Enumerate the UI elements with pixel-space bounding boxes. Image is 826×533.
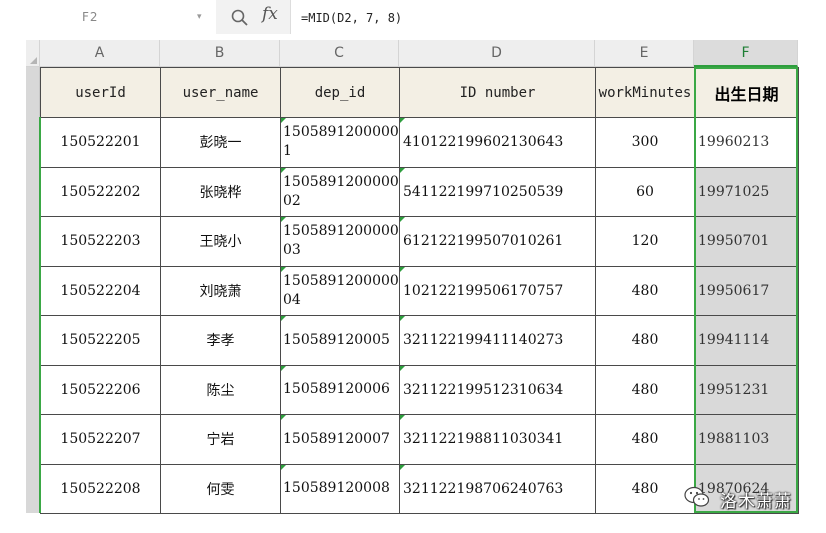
column-header-a[interactable]: A (40, 40, 160, 67)
cell-birth-date[interactable]: 19950701 (694, 216, 799, 267)
column-header-f[interactable]: F (694, 40, 798, 67)
cell-userid[interactable]: 150522202 (40, 166, 161, 217)
cell-userid[interactable]: 150522206 (40, 364, 161, 415)
name-box[interactable]: F2 ▾ (26, 0, 216, 34)
cell-userid[interactable]: 150522208 (40, 463, 161, 514)
cell-id-number[interactable]: 102122199506170757 (399, 265, 596, 316)
column-header-row: A B C D E F (26, 40, 798, 67)
cell-userid[interactable]: 150522203 (40, 216, 161, 267)
column-header-d[interactable]: D (399, 40, 595, 67)
table-row: 150522207 宁岩 150589120007 32112219881103034… (40, 414, 799, 465)
cell-birth-date[interactable]: 19951231 (694, 364, 799, 415)
cell-dep-id[interactable]: 150589120008 (280, 463, 400, 514)
cell-id-number[interactable]: 410122199602130643 (399, 117, 596, 168)
cell-birth-date[interactable]: 19881103 (694, 414, 799, 465)
cell-dep-id[interactable]: 150589120007 (280, 414, 400, 465)
cell-dep-id[interactable]: 1505891200000 03 (280, 216, 400, 267)
cell-birth-date[interactable]: 19960213 (694, 117, 799, 168)
header-cell-userid[interactable]: userId (40, 67, 161, 118)
header-cell-dep-id[interactable]: dep_id (280, 67, 400, 118)
header-row: userId user_name dep_id ID number workMi… (40, 67, 799, 118)
cell-dep-id[interactable]: 1505891200000 1 (280, 117, 400, 168)
cell-user-name[interactable]: 彭晓一 (160, 117, 281, 168)
cell-dep-id[interactable]: 1505891200000 02 (280, 166, 400, 217)
cell-work-minutes[interactable]: 480 (595, 315, 695, 366)
formula-input[interactable]: =MID(D2, 7, 8) (290, 0, 798, 34)
formula-bar: F2 ▾ fx =MID(D2, 7, 8) (26, 0, 798, 34)
row-header-strip[interactable] (26, 67, 40, 513)
header-cell-birth-date[interactable]: 出生日期 (694, 67, 799, 118)
cell-birth-date[interactable]: 19941114 (694, 315, 799, 366)
cell-dep-id[interactable]: 150589120006 (280, 364, 400, 415)
watermark: 洛木萧萧 (684, 478, 804, 514)
cell-dep-id[interactable]: 150589120005 (280, 315, 400, 366)
cell-work-minutes[interactable]: 300 (595, 117, 695, 168)
cell-birth-date[interactable]: 19950617 (694, 265, 799, 316)
cell-work-minutes[interactable]: 120 (595, 216, 695, 267)
cell-id-number[interactable]: 321122198811030341 (399, 414, 596, 465)
cell-work-minutes[interactable]: 480 (595, 364, 695, 415)
cell-user-name[interactable]: 何雯 (160, 463, 281, 514)
cell-user-name[interactable]: 宁岩 (160, 414, 281, 465)
cell-id-number[interactable]: 321122199512310634 (399, 364, 596, 415)
header-cell-work-minutes[interactable]: workMinutes (595, 67, 695, 118)
cell-userid[interactable]: 150522201 (40, 117, 161, 168)
table-row: 150522202 张晓桦 1505891200000 02 541122199710… (40, 166, 799, 217)
select-all-corner[interactable] (26, 40, 40, 67)
watermark-text: 洛木萧萧 (720, 492, 792, 512)
cell-work-minutes[interactable]: 60 (595, 166, 695, 217)
header-cell-user-name[interactable]: user_name (160, 67, 281, 118)
cell-user-name[interactable]: 李孝 (160, 315, 281, 366)
cell-work-minutes[interactable]: 480 (595, 414, 695, 465)
cell-userid[interactable]: 150522207 (40, 414, 161, 465)
cell-id-number[interactable]: 541122199710250539 (399, 166, 596, 217)
cell-id-number[interactable]: 321122199411140273 (399, 315, 596, 366)
zoom-icon[interactable] (230, 8, 250, 28)
cell-work-minutes[interactable]: 480 (595, 265, 695, 316)
table-row: 150522201 彭晓一 1505891200000 1 4101221996021… (40, 117, 799, 168)
table-row: 150522203 王晓小 1505891200000 03 612122199507… (40, 216, 799, 267)
cell-user-name[interactable]: 刘晓萧 (160, 265, 281, 316)
cell-reference: F2 (82, 10, 99, 24)
wechat-icon (684, 486, 710, 507)
fx-icon[interactable]: fx (262, 4, 278, 24)
table-row: 150522205 李孝 150589120005 32112219941114027… (40, 315, 799, 366)
cell-user-name[interactable]: 王晓小 (160, 216, 281, 267)
cell-userid[interactable]: 150522204 (40, 265, 161, 316)
data-table: userId user_name dep_id ID number workMi… (40, 67, 799, 514)
cell-id-number[interactable]: 612122199507010261 (399, 216, 596, 267)
chevron-down-icon[interactable]: ▾ (197, 12, 202, 22)
cell-user-name[interactable]: 陈尘 (160, 364, 281, 415)
cell-userid[interactable]: 150522205 (40, 315, 161, 366)
header-cell-id-number[interactable]: ID number (399, 67, 596, 118)
cell-user-name[interactable]: 张晓桦 (160, 166, 281, 217)
column-header-e[interactable]: E (595, 40, 694, 67)
formula-text: =MID(D2, 7, 8) (301, 11, 403, 25)
column-header-b[interactable]: B (160, 40, 280, 67)
cell-dep-id[interactable]: 1505891200000 04 (280, 265, 400, 316)
cell-work-minutes[interactable]: 480 (595, 463, 695, 514)
cell-birth-date[interactable]: 19971025 (694, 166, 799, 217)
table-row: 150522206 陈尘 150589120006 32112219951231063… (40, 364, 799, 415)
cell-id-number[interactable]: 321122198706240763 (399, 463, 596, 514)
table-row: 150522204 刘晓萧 1505891200000 04 102122199506… (40, 265, 799, 316)
column-header-c[interactable]: C (280, 40, 399, 67)
selection-edge (39, 117, 41, 513)
